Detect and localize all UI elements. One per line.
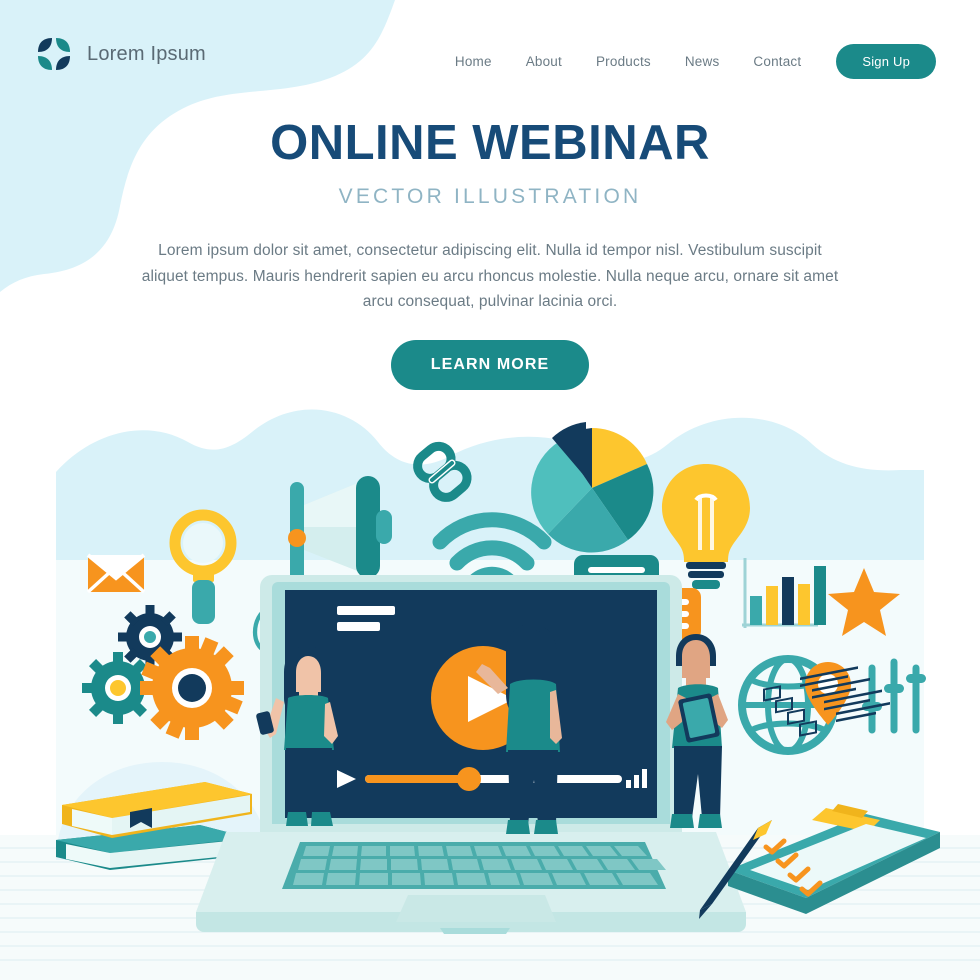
gears-icon — [82, 605, 244, 740]
magnifier-icon — [169, 509, 237, 624]
progress-knob[interactable] — [457, 767, 481, 791]
progress-fill — [365, 775, 473, 783]
hero-body-text: Lorem ipsum dolor sit amet, consectetur … — [141, 242, 839, 310]
four-petal-logo-icon — [38, 38, 70, 70]
brand[interactable]: Lorem Ipsum — [34, 34, 206, 74]
landing-page: Lorem Ipsum Home About Products News Con… — [0, 0, 980, 980]
signup-button[interactable]: Sign Up — [836, 44, 936, 79]
nav-item-about[interactable]: About — [509, 54, 579, 69]
star-icon — [828, 568, 900, 636]
lightbulb-icon — [662, 464, 750, 589]
laptop-keyboard — [282, 842, 666, 889]
pie-chart-icon — [531, 422, 654, 553]
envelope-icon — [86, 553, 146, 594]
hero-section: ONLINE WEBINAR VECTOR ILLUSTRATION Lorem… — [0, 116, 980, 391]
nav-item-news[interactable]: News — [668, 54, 737, 69]
page-title: ONLINE WEBINAR — [270, 116, 710, 170]
main-navigation: Home About Products News Contact Sign Up — [438, 44, 936, 79]
page-subtitle: VECTOR ILLUSTRATION — [338, 185, 642, 209]
sliders-icon — [862, 658, 926, 734]
bar-chart-icon — [742, 558, 826, 628]
site-header: Lorem Ipsum Home About Products News Con… — [0, 0, 980, 105]
brand-name: Lorem Ipsum — [87, 42, 206, 65]
laptop-trackpad[interactable] — [396, 895, 556, 922]
laptop-device — [196, 575, 746, 934]
online-webinar-illustration: @ — [0, 400, 980, 980]
learn-more-button[interactable]: LEARN MORE — [390, 340, 590, 391]
chain-link-icon — [413, 441, 472, 502]
nav-item-home[interactable]: Home — [438, 54, 509, 69]
nav-item-contact[interactable]: Contact — [736, 54, 818, 69]
nav-item-products[interactable]: Products — [579, 54, 668, 69]
laptop-latch — [440, 928, 510, 934]
